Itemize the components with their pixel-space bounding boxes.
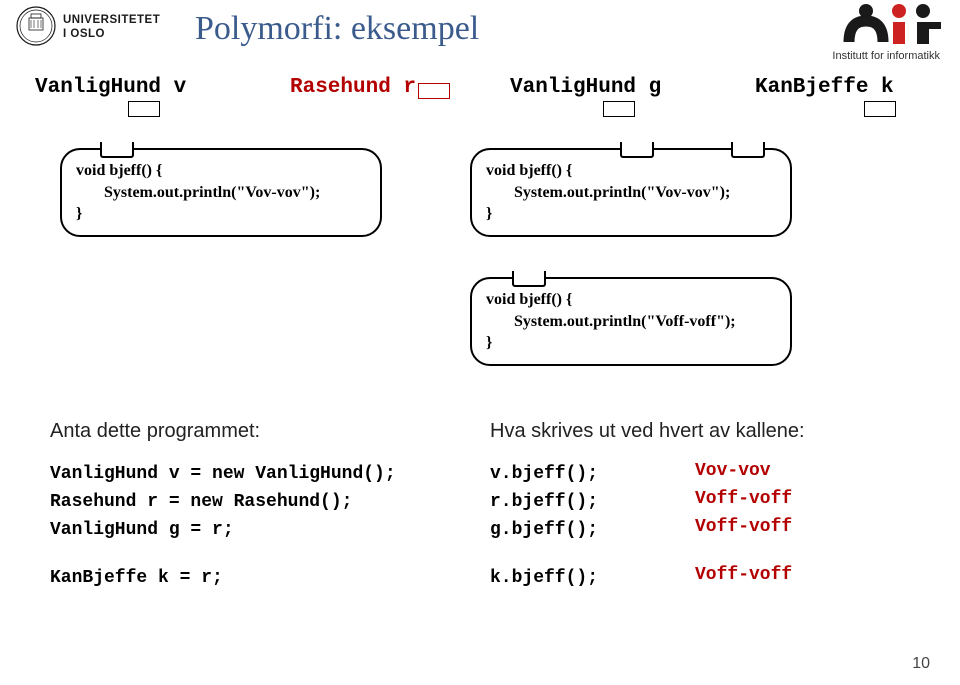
handle-icon <box>128 101 160 117</box>
call-1: v.bjeff(); <box>490 461 690 489</box>
method-bjeff-vov-2: void bjeff() { System.out.println("Vov-v… <box>486 160 776 225</box>
program-line-3: VanligHund g = r; <box>50 517 470 545</box>
var-k: KanBjeffe k <box>755 76 896 99</box>
handle-icon <box>864 101 896 117</box>
handle-icon <box>603 101 635 117</box>
program-heading: Anta dette programmet: <box>50 420 470 443</box>
result-1: Vov-vov <box>695 458 915 486</box>
handle-icon <box>418 83 450 99</box>
uio-text-1: UNIVERSITETET <box>63 14 160 26</box>
uio-text-2: I OSLO <box>63 28 105 40</box>
program-line-1: VanligHund v = new VanligHund(); <box>50 461 470 489</box>
call-3: g.bjeff(); <box>490 517 690 545</box>
result-3: Voff-voff <box>695 514 915 542</box>
result-2: Voff-voff <box>695 486 915 514</box>
output-heading: Hva skrives ut ved hvert av kallene: <box>490 420 690 443</box>
page-number: 10 <box>912 655 930 673</box>
department-label: Institutt for informatikk <box>832 50 940 62</box>
ifi-logo <box>842 2 942 47</box>
var-v: VanligHund v <box>35 76 160 99</box>
method-bjeff-voff: void bjeff() { System.out.println("Voff-… <box>486 289 776 354</box>
result-4: Voff-voff <box>695 562 915 590</box>
code-box-vanlighund: void bjeff() { System.out.println("Vov-v… <box>60 148 382 237</box>
call-2: r.bjeff(); <box>490 489 690 517</box>
call-4: k.bjeff(); <box>490 565 690 593</box>
method-bjeff-vov-1: void bjeff() { System.out.println("Vov-v… <box>76 160 366 225</box>
code-box-kanbjeffe-vov: void bjeff() { System.out.println("Vov-v… <box>470 148 792 237</box>
var-r: Rasehund r <box>290 76 450 99</box>
notch-icon <box>620 142 654 158</box>
slide-title: Polymorfi: eksempel <box>195 10 479 48</box>
notch-icon <box>731 142 765 158</box>
notch-icon <box>512 271 546 287</box>
program-line-4: KanBjeffe k = r; <box>50 565 470 593</box>
uio-logo: UNIVERSITETET I OSLO <box>15 5 165 47</box>
program-line-2: Rasehund r = new Rasehund(); <box>50 489 470 517</box>
code-box-rasehund-voff: void bjeff() { System.out.println("Voff-… <box>470 277 792 366</box>
notch-icon <box>100 142 134 158</box>
var-g: VanligHund g <box>510 76 635 99</box>
